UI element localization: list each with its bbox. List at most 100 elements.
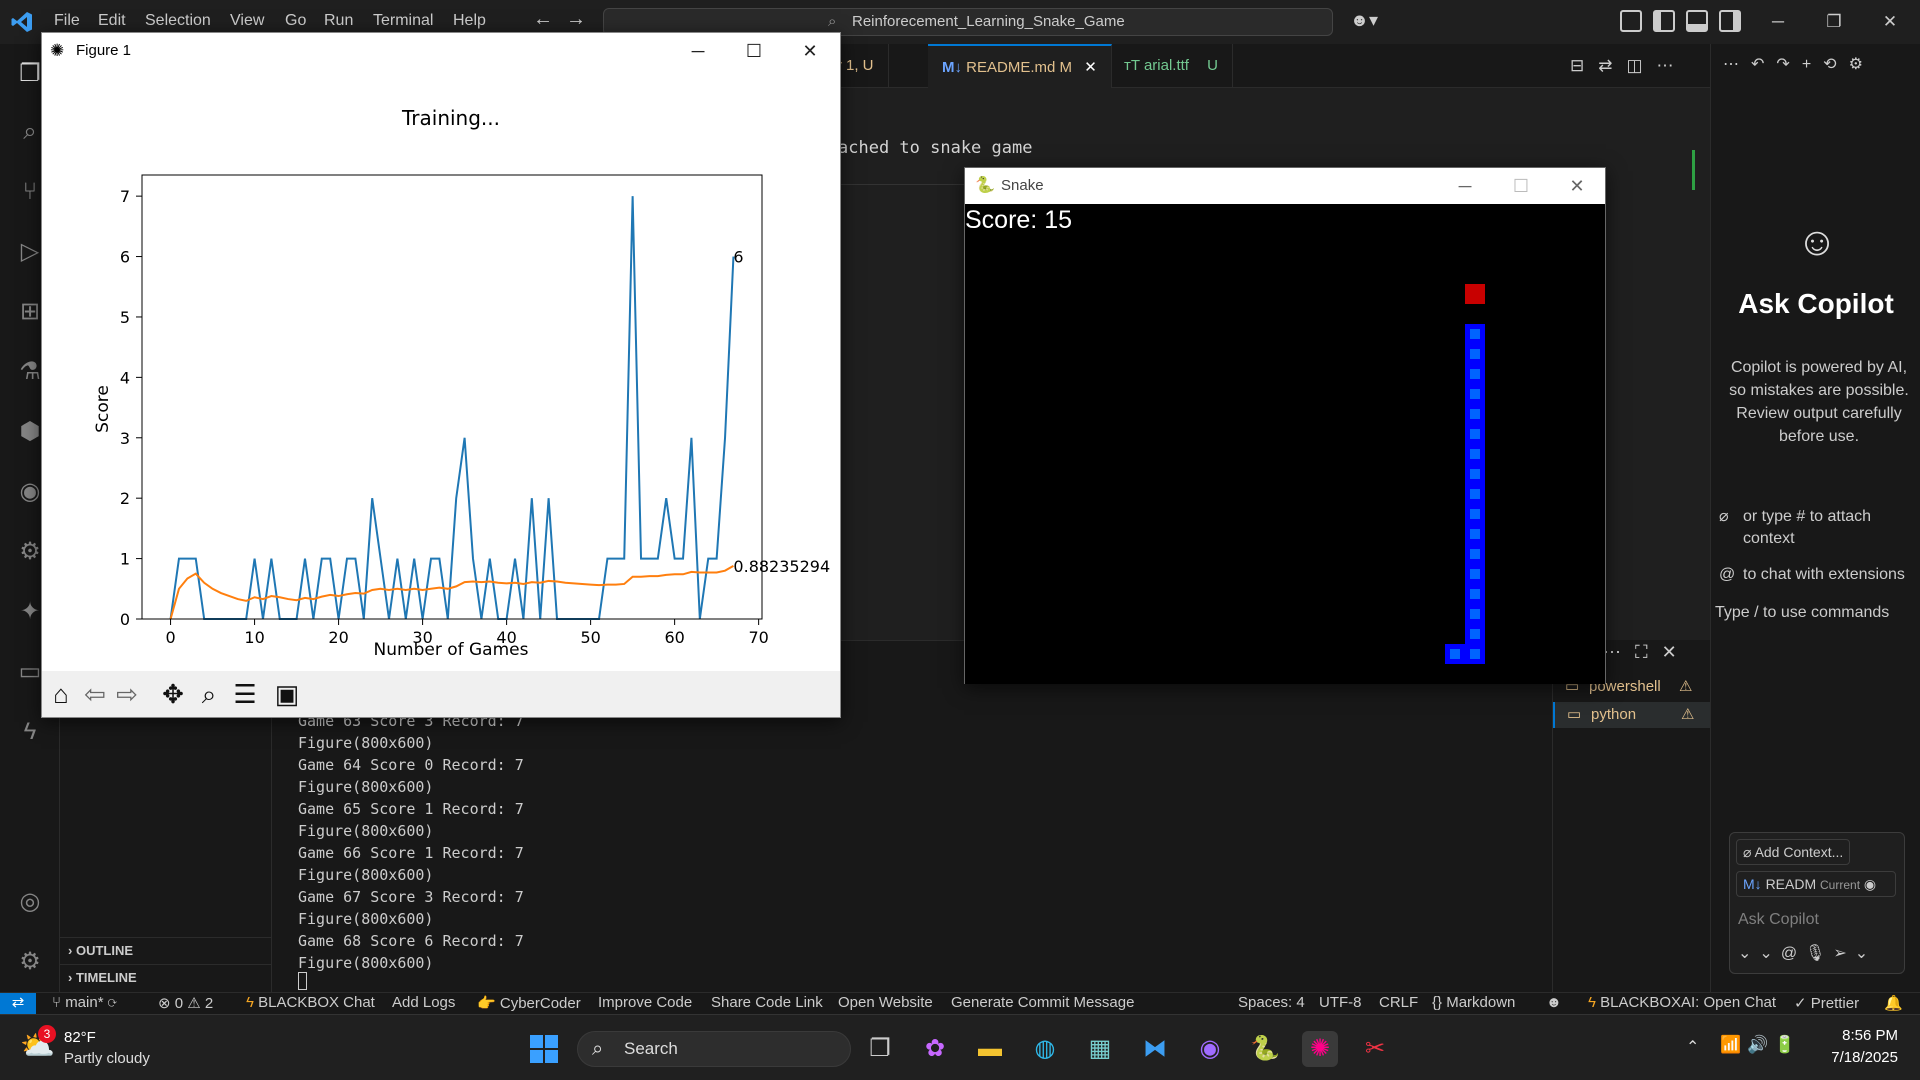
y-tick-label: 7 [120, 187, 130, 206]
figure-window[interactable]: ✺ Figure 1 ─ ☐ ✕ Training... Number of G… [41, 32, 841, 718]
timeline-section[interactable]: › TIMELINE [60, 964, 272, 990]
system-tray-icons[interactable]: 📶🔊🔋 [1720, 1035, 1802, 1055]
maximize-icon[interactable]: ☐ [726, 33, 782, 69]
minimize-icon[interactable]: ─ [670, 33, 726, 69]
eye-icon[interactable]: ◉ [1864, 876, 1876, 892]
menu-selection[interactable]: Selection [145, 12, 211, 30]
weather-desc[interactable]: Partly cloudy [64, 1050, 150, 1067]
maximize-icon[interactable]: ☐ [1493, 168, 1549, 204]
toggle-secondary-sidebar-icon[interactable] [1719, 10, 1741, 32]
file-context-chip[interactable]: M↓ READM Current ◉ [1736, 871, 1896, 897]
data-annotation: 0.88235294 [733, 557, 830, 576]
save-icon[interactable]: ▣ [272, 679, 302, 709]
terminal-line: Figure(800x600) [298, 822, 434, 840]
minimize-icon[interactable]: ─ [1756, 8, 1800, 36]
chat-input-box[interactable]: ⌀ Add Context... M↓ READM Current ◉ Ask … [1729, 832, 1905, 974]
manage-gear-icon[interactable]: ⚙ [12, 944, 48, 980]
terminal-item-python[interactable]: ▭ python ⚠ [1553, 702, 1711, 728]
chat-input-actions[interactable]: ⌄⌄@🎙➢⌄ [1738, 943, 1876, 963]
notifications-bell-icon[interactable]: 🔔 [1884, 994, 1903, 1012]
show-hidden-icons[interactable]: ⌃ [1686, 1037, 1699, 1057]
toggle-panel-icon[interactable] [1686, 10, 1708, 32]
outline-section[interactable]: › OUTLINE [60, 937, 272, 963]
menu-go[interactable]: Go [285, 12, 306, 30]
data-annotation: 6 [733, 248, 743, 267]
vscode-taskbar-icon[interactable]: ⧓ [1137, 1031, 1173, 1067]
chat-input-placeholder[interactable]: Ask Copilot [1738, 911, 1819, 929]
zoom-icon[interactable]: ⌕ [194, 679, 224, 709]
clock-time[interactable]: 8:56 PM [1810, 1027, 1898, 1044]
lightning-icon[interactable]: ϟ [12, 714, 48, 750]
language-item[interactable]: {} Markdown [1432, 994, 1515, 1011]
home-icon[interactable]: ⌂ [46, 679, 76, 709]
open-website-item[interactable]: Open Website [838, 994, 933, 1011]
add-context-button[interactable]: ⌀ Add Context... [1736, 839, 1851, 865]
game-canvas[interactable]: Score: 15 [965, 204, 1605, 684]
eol-item[interactable]: CRLF [1379, 994, 1418, 1011]
close-icon[interactable]: ✕ [782, 33, 838, 69]
improve-code-item[interactable]: Improve Code [598, 994, 692, 1011]
terminal-line: Figure(800x600) [298, 778, 434, 796]
y-tick-label: 5 [120, 308, 130, 327]
minimize-icon[interactable]: ─ [1437, 168, 1493, 204]
task-view-icon[interactable]: ❐ [862, 1031, 898, 1067]
snipping-tool-icon[interactable]: ✂ [1357, 1031, 1393, 1067]
branch-status[interactable]: ⑂ main* ⟳ [52, 994, 117, 1011]
back-icon[interactable]: ⇦ [80, 679, 110, 709]
snake-window[interactable]: 🐍 Snake ─ ☐ ✕ Score: 15 [964, 167, 1606, 684]
matplotlib-taskbar-icon[interactable]: ✺ [1302, 1031, 1338, 1067]
python-icon[interactable]: 🐍 [1247, 1031, 1283, 1067]
taskbar-search[interactable]: ⌕ Search [577, 1031, 851, 1067]
pan-icon[interactable]: ✥ [158, 679, 188, 709]
toggle-sidebar-icon[interactable] [1653, 10, 1675, 32]
start-icon[interactable] [526, 1031, 562, 1067]
encoding-item[interactable]: UTF-8 [1319, 994, 1362, 1011]
training-chart: Training... Number of Games Score 0 10 20 3… [93, 106, 830, 660]
tab-readme[interactable]: M↓ README.md M ✕ [928, 44, 1112, 88]
menu-view[interactable]: View [230, 12, 264, 30]
copilot-status-icon[interactable]: ☻ [1546, 994, 1562, 1011]
clock-date[interactable]: 7/18/2025 [1810, 1049, 1898, 1066]
share-code-link-item[interactable]: Share Code Link [711, 994, 823, 1011]
spaces-item[interactable]: Spaces: 4 [1238, 994, 1305, 1011]
editor-actions[interactable]: ⊟⇄◫⋯ [1570, 56, 1688, 76]
editor-divider [838, 184, 968, 185]
add-logs-item[interactable]: Add Logs [392, 994, 455, 1011]
forward-icon[interactable]: ⇨ [112, 679, 142, 709]
weather-temp[interactable]: 82°F [64, 1029, 96, 1046]
terminal-panel-actions[interactable]: ⋯⛶✕ [1603, 642, 1691, 663]
menu-terminal[interactable]: Terminal [373, 12, 433, 30]
store-icon[interactable]: ▦ [1082, 1031, 1118, 1067]
copilot-menu-icon[interactable]: ☻▾ [1350, 10, 1390, 34]
configure-subplots-icon[interactable]: ☰ [230, 679, 260, 709]
menu-run[interactable]: Run [324, 12, 353, 30]
restore-icon[interactable]: ❐ [1812, 8, 1856, 36]
timeline-label: TIMELINE [75, 970, 137, 985]
remote-indicator-icon[interactable]: ⇄ [0, 993, 36, 1015]
github-desktop-icon[interactable]: ◉ [1192, 1031, 1228, 1067]
file-explorer-icon[interactable]: ▬ [972, 1031, 1008, 1067]
forward-arrow-icon[interactable]: → [566, 8, 586, 31]
blackbox-chat-item[interactable]: ϟ BLACKBOX Chat [246, 994, 375, 1011]
close-icon[interactable]: ✕ [1868, 8, 1912, 36]
problems-status[interactable]: ⊗ 0 ⚠ 2 [158, 994, 213, 1012]
terminal-line: Figure(800x600) [298, 910, 434, 928]
snake-segment [1465, 424, 1485, 444]
generate-commit-item[interactable]: Generate Commit Message [951, 994, 1134, 1011]
menu-file[interactable]: File [54, 12, 80, 30]
blackboxai-item[interactable]: ϟ BLACKBOXAI: Open Chat [1588, 994, 1776, 1011]
menu-edit[interactable]: Edit [98, 12, 126, 30]
menu-help[interactable]: Help [453, 12, 486, 30]
sync-icon: ⟳ [107, 994, 117, 1011]
edge-icon[interactable]: ◍ [1027, 1031, 1063, 1067]
layout-customize-icon[interactable] [1620, 10, 1642, 32]
tab-arial[interactable]: ᴛT arial.ttf U [1110, 44, 1233, 88]
close-icon[interactable]: ✕ [1084, 59, 1097, 76]
accounts-icon[interactable]: ◎ [12, 884, 48, 920]
cybercoder-item[interactable]: 👉 CyberCoder [477, 994, 581, 1012]
close-icon[interactable]: ✕ [1549, 168, 1605, 204]
copilot-app-icon[interactable]: ✿ [917, 1031, 953, 1067]
prettier-item[interactable]: ✓ Prettier [1794, 994, 1859, 1012]
back-arrow-icon[interactable]: ← [533, 8, 553, 31]
copilot-toolbar[interactable]: ⋯↶↷+⟲⚙ [1723, 54, 1875, 74]
